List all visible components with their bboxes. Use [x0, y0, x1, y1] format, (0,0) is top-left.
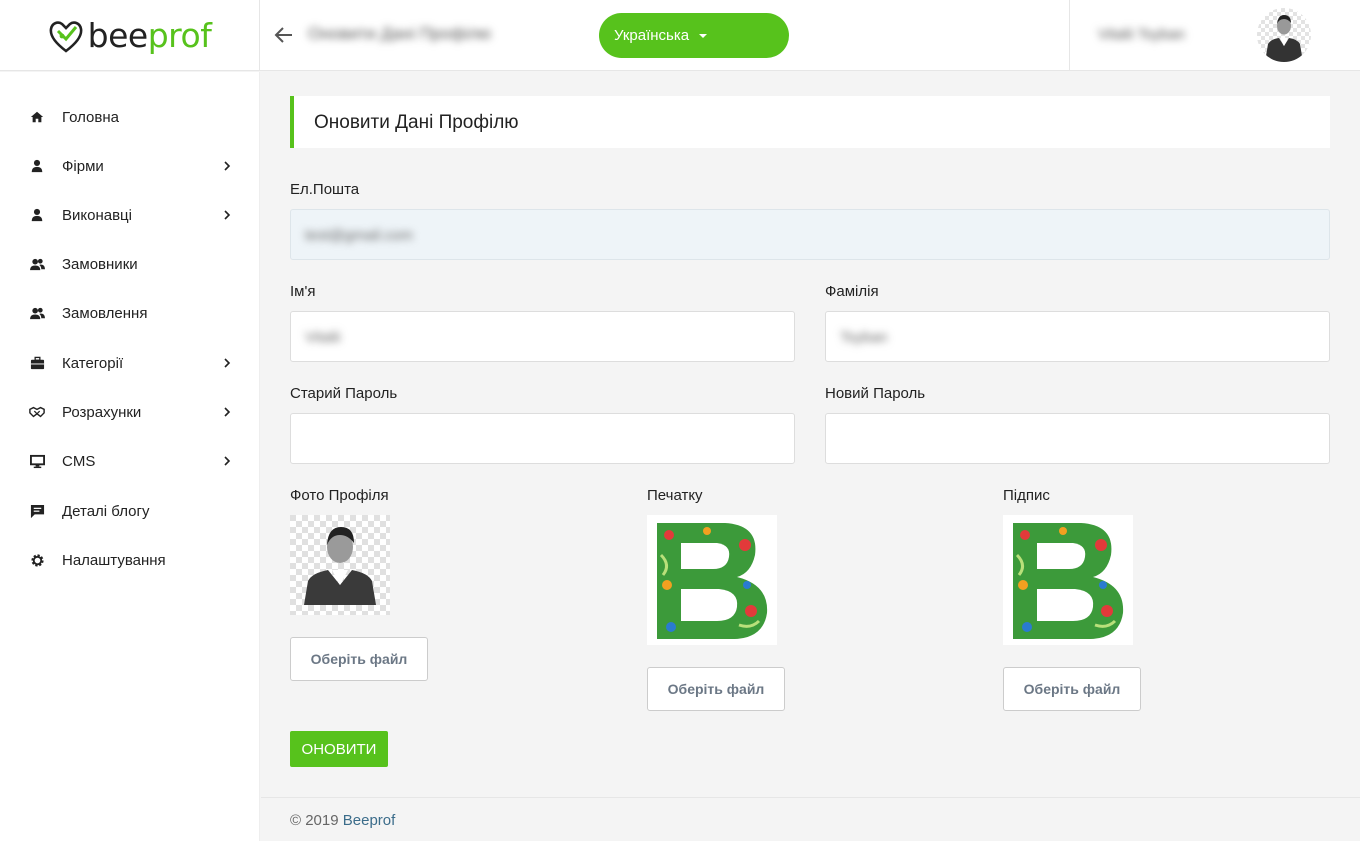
new-password-field[interactable] — [825, 413, 1330, 464]
old-password-label: Старий Пароль — [290, 385, 398, 402]
first-name-field[interactable]: Vitalii — [290, 311, 795, 362]
stamp-choose-file-button[interactable]: Оберіть файл — [647, 667, 785, 711]
sidebar-item-label: Розрахунки — [62, 403, 142, 421]
sidebar-item-label: CMS — [62, 452, 96, 470]
old-password-field[interactable] — [290, 413, 795, 464]
profile-photo-choose-file-button[interactable]: Оберіть файл — [290, 637, 428, 681]
last-name-value: Tsyban — [840, 329, 888, 346]
sidebar-item-label: Налаштування — [62, 551, 166, 569]
email-value: test@gmail.com — [305, 227, 413, 244]
user-menu[interactable]: Vitalii Tsyban — [1069, 0, 1360, 71]
chevron-right-icon — [224, 210, 231, 220]
sidebar-item-performers[interactable]: Виконавці — [0, 195, 260, 235]
sidebar-item-cms[interactable]: CMS — [0, 441, 260, 481]
sidebar-item-label: Замовники — [62, 255, 138, 273]
sidebar-item-blog[interactable]: Деталі блогу — [0, 491, 260, 531]
new-password-label: Новий Пароль — [825, 385, 926, 402]
sidebar-item-label: Головна — [62, 108, 119, 126]
back-arrow-icon[interactable] — [272, 24, 296, 46]
page-title-card: Оновити Дані Профілю — [290, 96, 1330, 148]
footer: © 2019 Beeprof — [261, 797, 1360, 841]
user-icon — [29, 207, 45, 223]
sidebar-item-categories[interactable]: Категорії — [0, 343, 260, 383]
signature-label: Підпис — [1003, 487, 1050, 504]
sidebar-item-label: Замовлення — [62, 304, 148, 322]
chevron-right-icon — [224, 407, 231, 417]
logo-heart-icon — [49, 20, 83, 53]
monitor-icon — [29, 453, 45, 469]
sidebar-item-label: Категорії — [62, 354, 124, 372]
logo[interactable]: beeprof — [0, 0, 260, 71]
floral-letter-b-icon — [647, 515, 777, 645]
chat-icon — [29, 503, 45, 519]
chevron-right-icon — [224, 358, 231, 368]
sidebar-item-label: Деталі блогу — [62, 502, 150, 520]
sidebar-item-home[interactable]: Головна — [0, 97, 260, 137]
email-field: test@gmail.com — [290, 209, 1330, 260]
top-header: beeprof Оновити Дані Профілю Українська … — [0, 0, 1360, 71]
chevron-right-icon — [224, 161, 231, 171]
home-icon — [29, 109, 45, 125]
handshake-icon — [29, 404, 45, 420]
footer-brand-link[interactable]: Beeprof — [343, 812, 396, 829]
floral-letter-b-icon — [1003, 515, 1133, 645]
sidebar-item-orders[interactable]: Замовлення — [0, 293, 260, 333]
stamp-preview — [647, 515, 777, 645]
update-button[interactable]: ОНОВИТИ — [290, 731, 388, 767]
sidebar-item-label: Виконавці — [62, 206, 132, 224]
sidebar-item-customers[interactable]: Замовники — [0, 244, 260, 284]
sidebar-item-settings[interactable]: Налаштування — [0, 540, 260, 580]
profile-photo-label: Фото Профіля — [290, 487, 389, 504]
first-name-label: Ім'я — [290, 283, 316, 300]
gear-icon — [29, 552, 45, 568]
email-label: Ел.Пошта — [290, 181, 360, 198]
briefcase-icon — [29, 355, 45, 371]
language-label: Українська — [614, 27, 690, 44]
page-breadcrumb: Оновити Дані Профілю — [308, 24, 492, 43]
avatar[interactable] — [1257, 8, 1311, 62]
user-icon — [29, 158, 45, 174]
signature-choose-file-button[interactable]: Оберіть файл — [1003, 667, 1141, 711]
last-name-label: Фамілія — [825, 283, 879, 300]
chevron-right-icon — [224, 456, 231, 466]
user-name: Vitalii Tsyban — [1098, 26, 1185, 43]
users-icon — [29, 256, 45, 272]
signature-preview — [1003, 515, 1133, 645]
stamp-label: Печатку — [647, 487, 703, 504]
page-title: Оновити Дані Профілю — [314, 112, 519, 133]
sidebar-item-firms[interactable]: Фірми — [0, 146, 260, 186]
avatar-person-icon — [1257, 8, 1311, 62]
users-icon — [29, 305, 45, 321]
caret-down-icon — [699, 33, 708, 38]
person-avatar-icon — [290, 515, 390, 615]
sidebar-item-payments[interactable]: Розрахунки — [0, 392, 260, 432]
language-dropdown[interactable]: Українська — [599, 13, 789, 58]
last-name-field[interactable]: Tsyban — [825, 311, 1330, 362]
logo-text: beeprof — [87, 16, 212, 55]
sidebar-item-label: Фірми — [62, 157, 104, 175]
first-name-value: Vitalii — [305, 329, 341, 346]
footer-copyright: © 2019 Beeprof — [290, 812, 396, 829]
sidebar: Головна Фірми Виконавці Замовники Замовл… — [0, 72, 260, 841]
profile-photo-preview — [290, 515, 390, 615]
